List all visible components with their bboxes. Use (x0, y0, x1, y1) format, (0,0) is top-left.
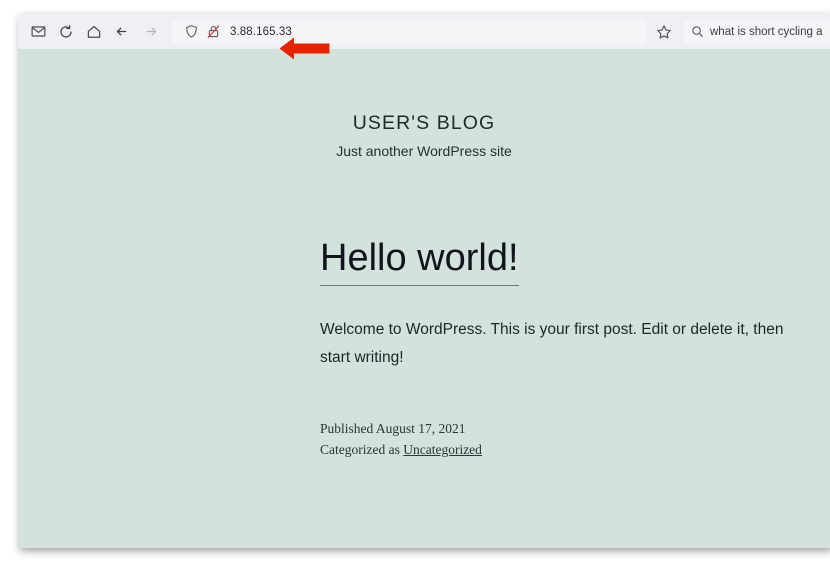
search-icon (691, 25, 704, 38)
site-header: USER'S BLOG Just another WordPress site (18, 111, 830, 161)
url-bar[interactable]: 3.88.165.33 (172, 18, 646, 45)
browser-toolbar: 3.88.165.33 what is short cycling a (18, 14, 830, 49)
star-icon[interactable] (650, 18, 678, 46)
post-meta: Published August 17, 2021 Categorized as… (320, 418, 790, 460)
post-title: Hello world! (320, 236, 790, 286)
browser-window: 3.88.165.33 what is short cycling a USER… (18, 14, 830, 548)
reload-icon[interactable] (52, 18, 80, 46)
screenshot-root: 3.88.165.33 what is short cycling a USER… (0, 0, 830, 563)
forward-arrow-icon[interactable] (136, 18, 164, 46)
lock-slash-icon[interactable] (202, 21, 224, 43)
post-title-link[interactable]: Hello world! (320, 236, 519, 286)
blog-post: Hello world! Welcome to WordPress. This … (320, 236, 790, 461)
post-category-prefix: Categorized as (320, 442, 404, 458)
page-viewport: USER'S BLOG Just another WordPress site … (18, 49, 830, 548)
mail-icon[interactable] (24, 18, 52, 46)
home-icon[interactable] (80, 18, 108, 46)
site-title[interactable]: USER'S BLOG (18, 111, 830, 135)
url-text: 3.88.165.33 (230, 25, 292, 38)
post-category-link[interactable]: Uncategorized (403, 442, 482, 457)
post-body: Welcome to WordPress. This is your first… (320, 321, 784, 367)
search-bar[interactable]: what is short cycling a (684, 18, 830, 45)
site-tagline: Just another WordPress site (336, 143, 512, 160)
shield-icon[interactable] (180, 21, 202, 43)
back-arrow-icon[interactable] (108, 18, 136, 46)
post-category-line: Categorized as Uncategorized (320, 439, 790, 460)
post-published-date: Published August 17, 2021 (320, 421, 466, 437)
search-input[interactable]: what is short cycling a (710, 26, 823, 38)
